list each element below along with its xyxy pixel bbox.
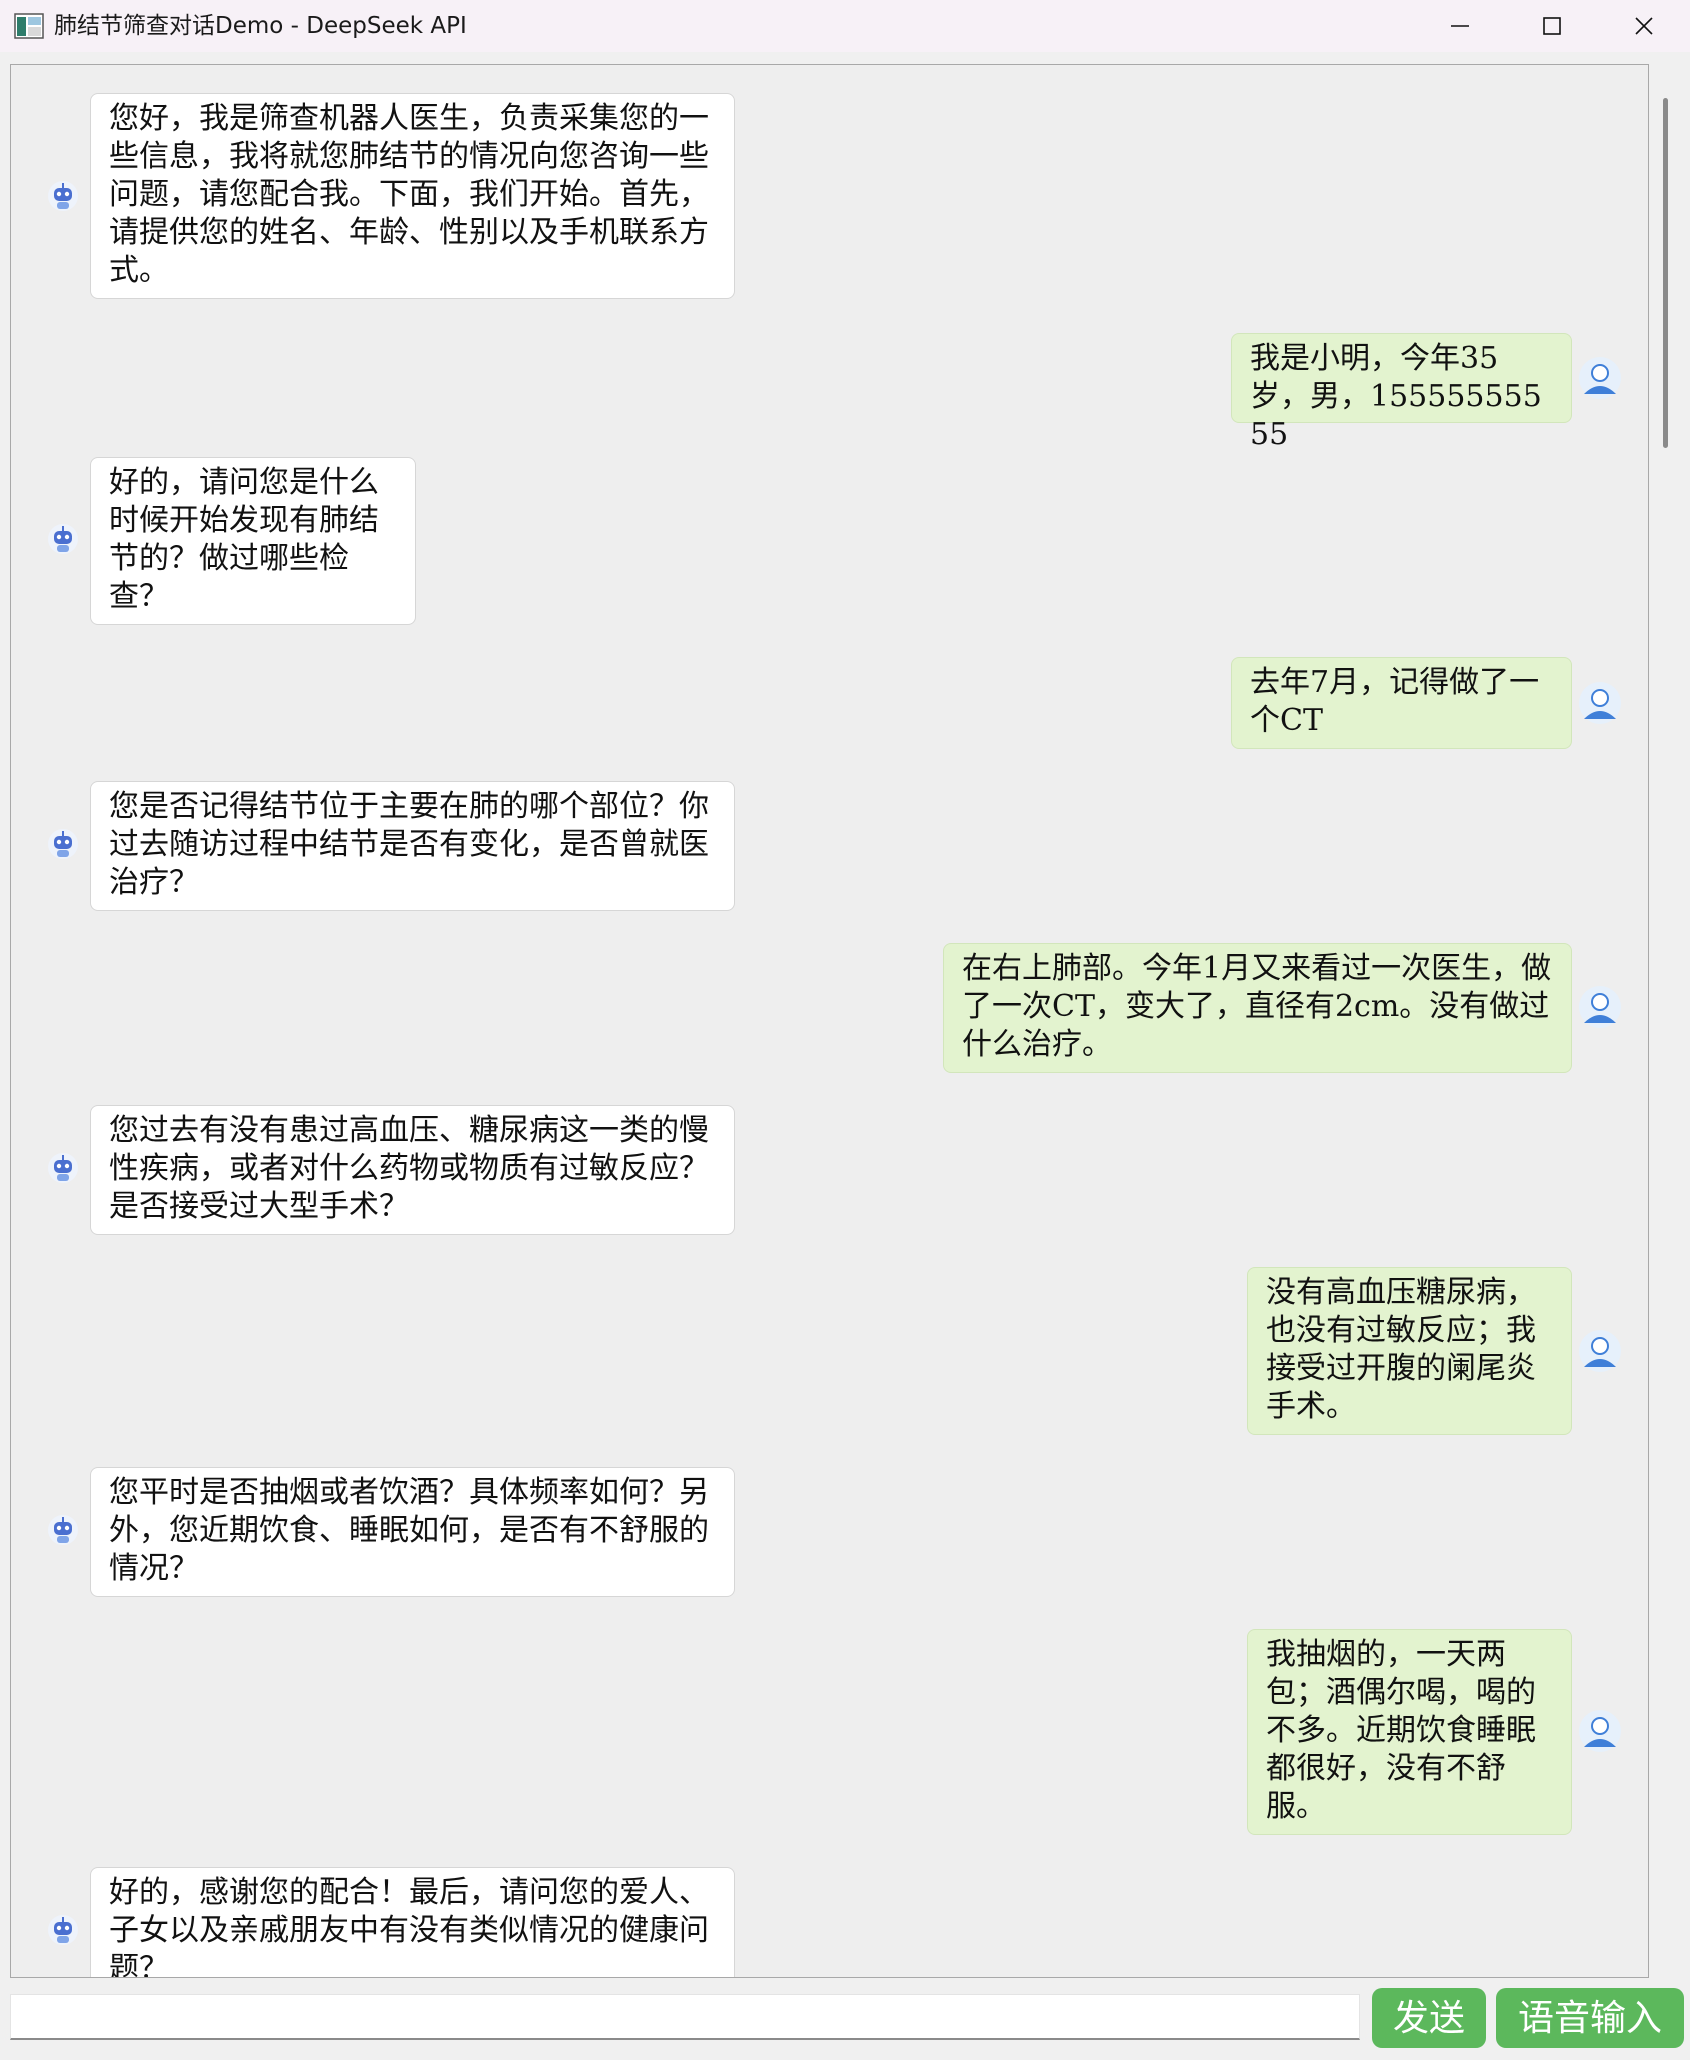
user-message: 我抽烟的，一天两包；酒偶尔喝，喝的不多。近期饮食睡眠都很好，没有不舒服。 — [1247, 1629, 1572, 1835]
maximize-icon — [1543, 17, 1561, 35]
chat-history[interactable]: 您好，我是筛查机器人医生，负责采集您的一些信息，我将就您肺结节的情况向您咨询一些… — [10, 64, 1649, 1978]
user-message: 没有高血压糖尿病，也没有过敏反应；我接受过开腹的阑尾炎手术。 — [1247, 1267, 1572, 1435]
user-avatar-icon — [1578, 681, 1622, 725]
robot-avatar-icon — [46, 1151, 80, 1185]
chat-scrollbar[interactable] — [1652, 64, 1680, 1976]
maximize-button[interactable] — [1506, 0, 1598, 52]
bot-message: 好的，感谢您的配合！最后，请问您的爱人、子女以及亲戚朋友中有没有类似情况的健康问… — [90, 1867, 735, 1977]
robot-avatar-icon — [46, 179, 80, 213]
window-title: 肺结节筛查对话Demo - DeepSeek API — [54, 13, 467, 39]
minimize-icon — [1451, 25, 1469, 27]
bot-message: 您过去有没有患过高血压、糖尿病这一类的慢性疾病，或者对什么药物或物质有过敏反应？… — [90, 1105, 735, 1235]
user-avatar-icon — [1578, 356, 1622, 400]
user-avatar-icon — [1578, 985, 1622, 1029]
bot-message: 您平时是否抽烟或者饮酒？具体频率如何？另外，您近期饮食、睡眠如何，是否有不舒服的… — [90, 1467, 735, 1597]
bot-message: 您好，我是筛查机器人医生，负责采集您的一些信息，我将就您肺结节的情况向您咨询一些… — [90, 93, 735, 299]
message-input[interactable] — [10, 1994, 1360, 2040]
user-message: 去年7月，记得做了一个CT — [1231, 657, 1572, 749]
scroll-thumb[interactable] — [1663, 98, 1668, 448]
app-icon — [14, 13, 44, 39]
robot-avatar-icon — [46, 1513, 80, 1547]
user-message: 我是小明，今年35岁，男，15555555555 — [1231, 333, 1572, 452]
robot-avatar-icon — [46, 827, 80, 861]
robot-avatar-icon — [46, 522, 80, 556]
bot-message: 您是否记得结节位于主要在肺的哪个部位？你过去随访过程中结节是否有变化，是否曾就医… — [90, 781, 735, 911]
robot-avatar-icon — [46, 1913, 80, 1947]
user-avatar-icon — [1578, 1329, 1622, 1373]
close-icon — [1635, 17, 1653, 35]
minimize-button[interactable] — [1414, 0, 1506, 52]
voice-input-button[interactable]: 语音输入 — [1496, 1988, 1684, 2048]
send-button[interactable]: 发送 — [1372, 1988, 1486, 2048]
bot-message: 好的，请问您是什么时候开始发现有肺结节的？做过哪些检查？ — [90, 457, 416, 625]
title-bar: 肺结节筛查对话Demo - DeepSeek API — [0, 0, 1690, 52]
user-message: 在右上肺部。今年1月又来看过一次医生，做了一次CT，变大了，直径有2cm。没有做… — [943, 943, 1572, 1073]
user-avatar-icon — [1578, 1709, 1622, 1753]
close-button[interactable] — [1598, 0, 1690, 52]
